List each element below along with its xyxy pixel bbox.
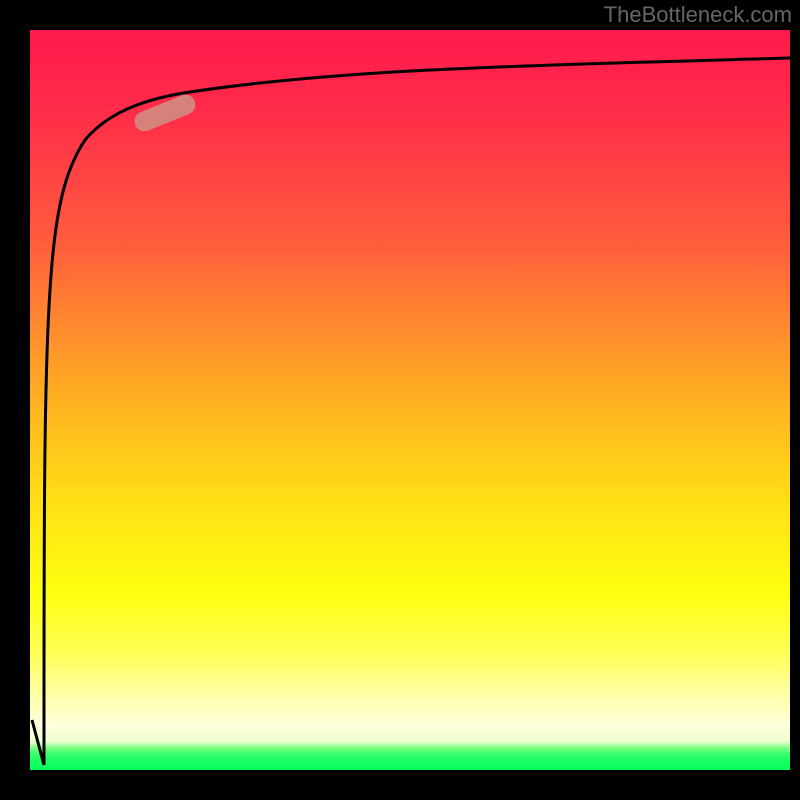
curve-overlay bbox=[30, 30, 790, 770]
left-spike bbox=[32, 720, 44, 765]
plot-area bbox=[30, 30, 790, 770]
main-curve bbox=[44, 58, 790, 765]
watermark-text: TheBottleneck.com bbox=[604, 2, 792, 28]
